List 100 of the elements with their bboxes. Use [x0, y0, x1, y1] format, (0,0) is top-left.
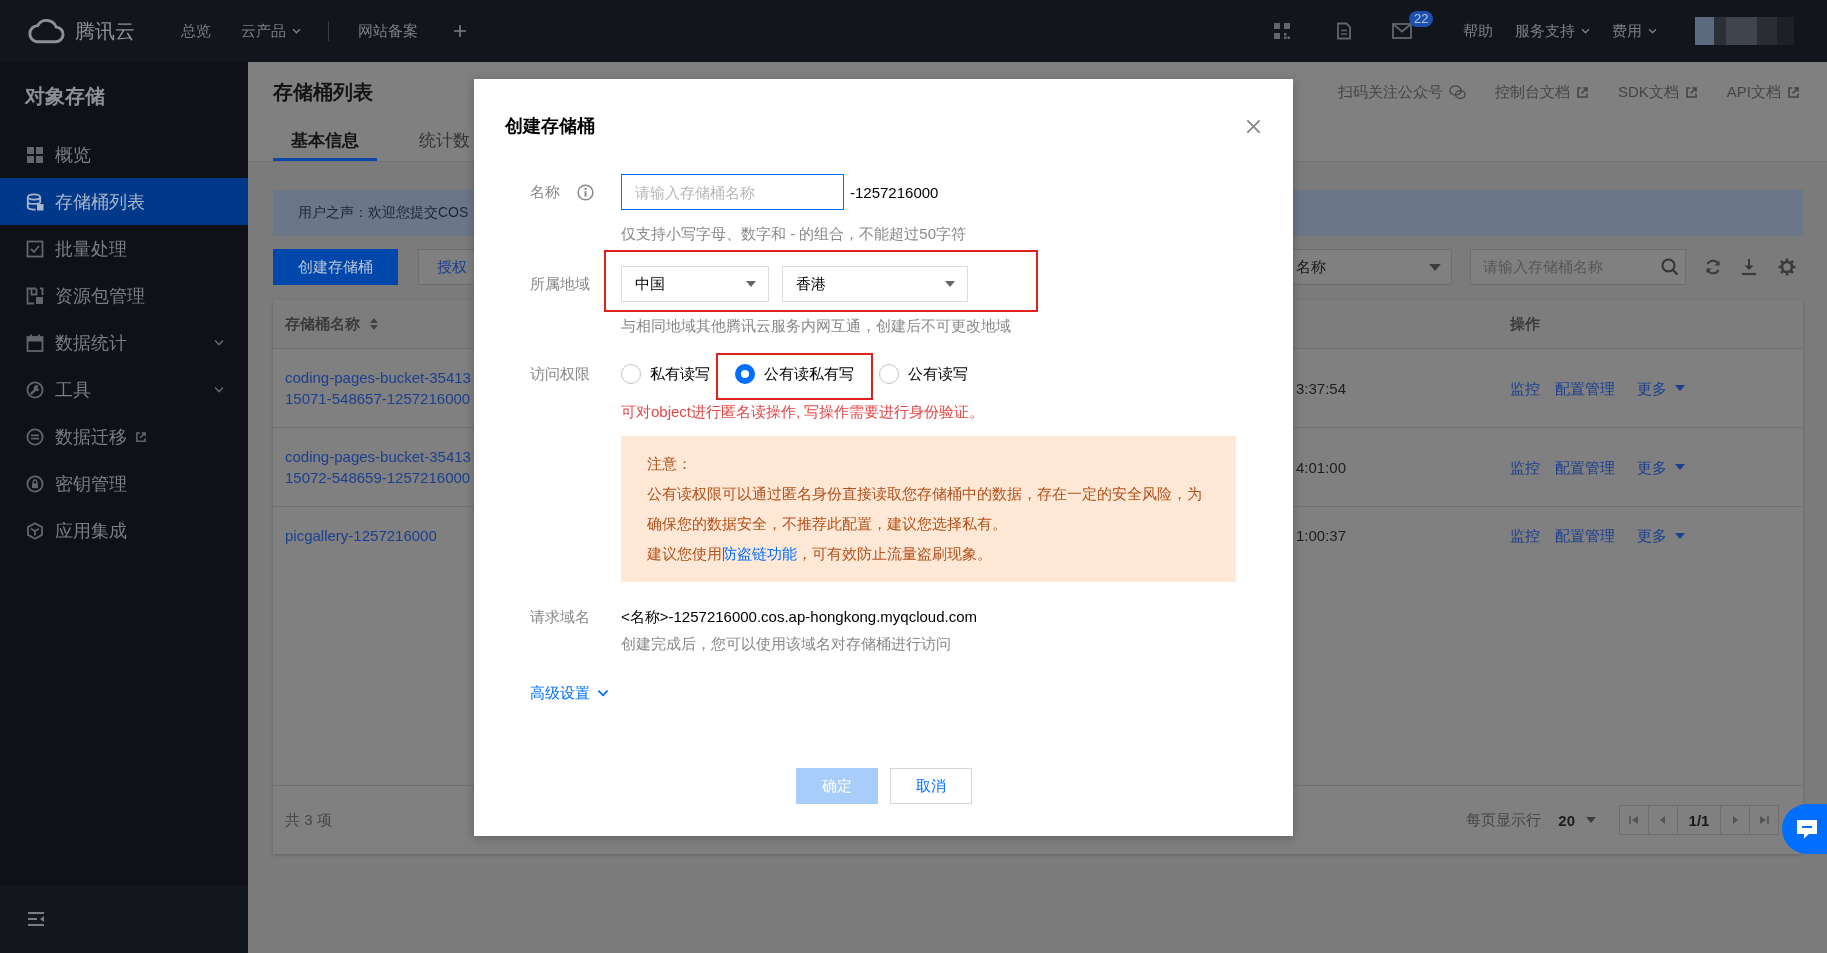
grid-icon: [26, 145, 44, 164]
download-icon[interactable]: [1740, 258, 1758, 276]
sidebar-item[interactable]: 资源包管理: [0, 272, 248, 319]
nav-link[interactable]: 网站备案: [358, 21, 418, 41]
radio-label[interactable]: 私有读写: [650, 364, 710, 384]
header-link[interactable]: API文档: [1726, 82, 1800, 102]
settings-icon[interactable]: [1778, 258, 1796, 276]
mail-icon[interactable]: [1392, 23, 1412, 39]
action-link[interactable]: 监控: [1510, 525, 1540, 546]
sidebar-item[interactable]: 工具: [0, 366, 248, 413]
header-link[interactable]: 控制台文档: [1494, 82, 1589, 102]
logo-text[interactable]: 腾讯云: [75, 17, 135, 45]
circled-lines-icon: [26, 427, 44, 446]
sort-icon[interactable]: [370, 318, 378, 330]
last-page-button[interactable]: [1749, 805, 1779, 835]
sidebar-item[interactable]: 存储桶列表: [0, 178, 248, 225]
lock-icon: [26, 474, 44, 493]
domain-text: <名称>-1257216000.cos.ap-hongkong.myqcloud.com: [621, 607, 978, 627]
caret-down-icon: [1675, 385, 1685, 391]
top-link[interactable]: 帮助: [1463, 21, 1493, 41]
search-icon[interactable]: [1661, 258, 1679, 276]
more-menu[interactable]: 更多: [1637, 456, 1685, 478]
collapse-menu-icon[interactable]: [27, 911, 45, 927]
field-label: 所属地域: [530, 274, 590, 294]
notice-text: 公有读权限可以通过匿名身份直接读取您存储桶中的数据，存在一定的安全风险，为确保您的数据安全，不推荐此配置，建议您选择私有。: [647, 484, 1203, 534]
dialog-title: 创建存储桶: [505, 115, 595, 138]
action-link[interactable]: 配置管理: [1555, 525, 1615, 546]
square-tile-icon: [26, 286, 44, 305]
top-link[interactable]: 服务支持: [1515, 21, 1590, 41]
table-cell: 1:00:37: [1296, 527, 1347, 544]
first-page-icon: [1629, 815, 1639, 825]
header-link[interactable]: SDK文档: [1617, 82, 1698, 102]
header-link[interactable]: 扫码关注公众号: [1337, 82, 1466, 102]
column-header[interactable]: 存储桶名称: [285, 314, 360, 334]
caret-down-icon: [945, 281, 955, 287]
caret-down-icon: [746, 281, 756, 287]
cloud-logo-icon[interactable]: [26, 17, 65, 45]
blurred-account-block[interactable]: [1695, 17, 1794, 45]
unread-count-badge: 22: [1409, 11, 1434, 27]
notice-text: 用户之声：欢迎您提交COS: [298, 204, 469, 222]
wrench-icon: [26, 380, 44, 399]
page-size-select[interactable]: 20: [1558, 811, 1596, 829]
radio-label[interactable]: 公有读私有写: [764, 364, 854, 384]
create-bucket-button[interactable]: 创建存储桶: [273, 249, 398, 285]
prev-page-icon: [1658, 815, 1668, 825]
caret-down-icon: [1586, 817, 1596, 823]
nav-link[interactable]: 云产品: [241, 21, 301, 41]
radio-button[interactable]: [735, 364, 755, 384]
page-title: 存储桶列表: [273, 79, 373, 105]
bucket-name-link[interactable]: coding-pages-bucket-35413 15071-548657-1257216000: [285, 367, 471, 409]
bucket-name-input[interactable]: 请输入存储桶名称: [621, 174, 844, 210]
cube-icon: [26, 521, 44, 540]
radio-button[interactable]: [621, 364, 641, 384]
first-page-button[interactable]: [1619, 805, 1649, 835]
next-page-icon: [1730, 815, 1740, 825]
advanced-settings-link[interactable]: 高级设置: [530, 683, 609, 703]
appid-suffix: -1257216000: [850, 183, 939, 201]
field-label: 请求域名: [530, 607, 590, 627]
more-menu[interactable]: 更多: [1637, 525, 1685, 546]
document-icon[interactable]: [1335, 22, 1353, 40]
sidebar-item[interactable]: 数据迁移: [0, 413, 248, 460]
action-link[interactable]: 配置管理: [1555, 377, 1615, 399]
anti-leech-link[interactable]: 防盗链功能: [722, 545, 797, 562]
permission-button[interactable]: 授权: [418, 249, 474, 285]
advice-text: 建议您使用防盗链功能，可有效防止流量盗刷现象。: [647, 544, 993, 564]
bucket-name-link[interactable]: picgallery-1257216000: [285, 525, 437, 546]
radio-button[interactable]: [879, 364, 899, 384]
sidebar-item[interactable]: 批量处理: [0, 225, 248, 272]
close-icon[interactable]: [1246, 118, 1261, 134]
more-menu[interactable]: 更多: [1637, 377, 1685, 399]
field-label: 名称: [530, 182, 560, 202]
caret-down-icon: [1675, 532, 1685, 539]
sidebar-item[interactable]: 数据统计: [0, 319, 248, 366]
top-link[interactable]: 费用: [1612, 21, 1657, 41]
nav-link[interactable]: 总览: [181, 21, 211, 41]
field-label: 访问权限: [530, 364, 590, 384]
action-link[interactable]: 监控: [1510, 456, 1540, 478]
info-icon[interactable]: [577, 183, 594, 201]
filter-select[interactable]: 名称: [1293, 249, 1452, 285]
caret-down-icon: [1675, 464, 1685, 470]
cancel-button[interactable]: 取消: [889, 768, 972, 804]
tab[interactable]: 统计数: [401, 122, 470, 161]
tab[interactable]: 基本信息: [273, 122, 377, 161]
action-link[interactable]: 配置管理: [1555, 456, 1615, 478]
action-link[interactable]: 监控: [1510, 377, 1540, 399]
notice-title: 注意：: [647, 454, 693, 474]
chevron-down-icon: [597, 689, 609, 697]
table-cell: 3:37:54: [1296, 379, 1347, 397]
radio-label[interactable]: 公有读写: [908, 364, 968, 384]
sidebar-item[interactable]: 密钥管理: [0, 460, 248, 507]
sidebar-item[interactable]: 应用集成: [0, 507, 248, 554]
region-select[interactable]: 香港: [782, 266, 968, 302]
region-select[interactable]: 中国: [621, 266, 769, 302]
bucket-name-link[interactable]: coding-pages-bucket-35413 15072-548659-1257216000: [285, 446, 471, 488]
last-page-icon: [1759, 815, 1769, 825]
plus-icon[interactable]: [454, 25, 466, 37]
qr-code-icon[interactable]: [1273, 22, 1291, 40]
page-size-label: 每页显示行: [1466, 810, 1542, 830]
sidebar-item[interactable]: 概览: [0, 131, 248, 178]
refresh-icon[interactable]: [1704, 258, 1722, 276]
